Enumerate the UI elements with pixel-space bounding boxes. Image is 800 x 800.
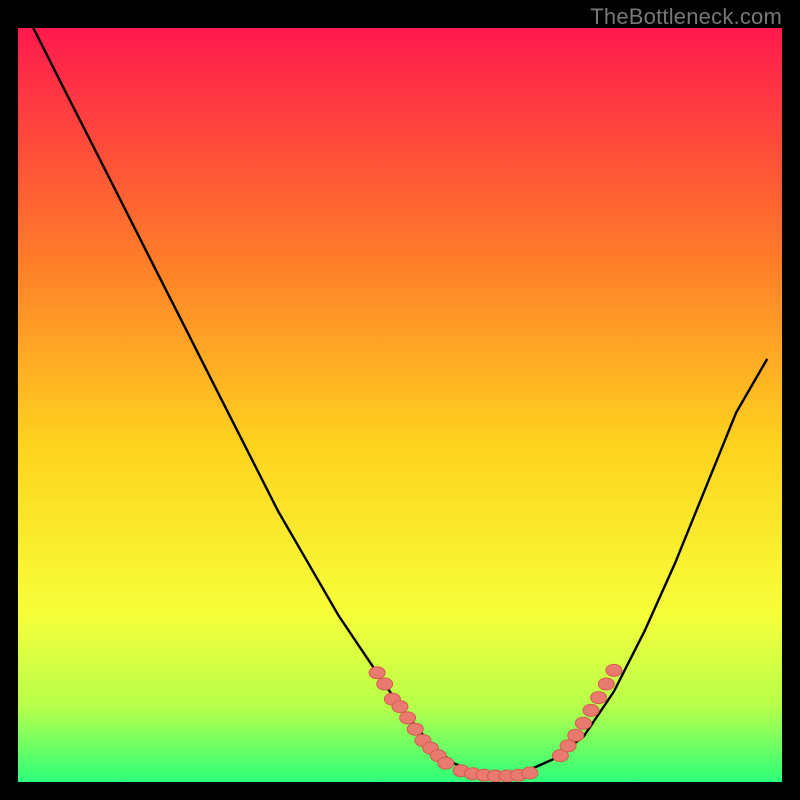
data-dot	[392, 701, 408, 713]
data-dot	[522, 767, 538, 779]
chart-frame	[18, 28, 782, 782]
data-dot	[591, 692, 607, 704]
data-dot	[583, 704, 599, 716]
data-dot	[598, 678, 614, 690]
data-dot	[575, 717, 591, 729]
data-dot	[606, 664, 622, 676]
gradient-bg	[18, 28, 782, 782]
data-dot	[438, 757, 454, 769]
watermark-text: TheBottleneck.com	[590, 4, 782, 30]
data-dot	[369, 667, 385, 679]
bottleneck-chart	[18, 28, 782, 782]
data-dot	[568, 729, 584, 741]
data-dot	[400, 712, 416, 724]
data-dot	[407, 723, 423, 735]
data-dot	[377, 678, 393, 690]
